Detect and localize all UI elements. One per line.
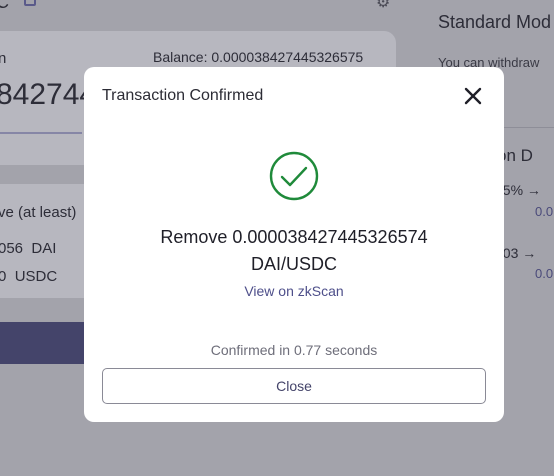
from-label: n <box>0 50 7 67</box>
receive-usdc-token: USDC <box>14 268 58 285</box>
confirmed-time-text: Confirmed in 0.77 seconds <box>210 342 378 358</box>
view-on-zkscan-link[interactable]: View on zkScan <box>84 283 504 299</box>
detail-row-1-sub: 0.0 <box>535 204 554 219</box>
receive-dai-value: 056 <box>0 240 24 257</box>
transaction-confirmed-modal: Transaction Confirmed Remove 0.000038427… <box>84 67 504 422</box>
receive-label: ve (at least) <box>0 204 77 221</box>
receive-usdc-row: 0 USDC <box>0 268 57 285</box>
check-circle-icon <box>269 151 319 201</box>
slider-track <box>0 132 82 134</box>
balance-text: Balance: 0.000038427445326575 <box>153 49 364 65</box>
receive-dai-token: DAI <box>31 240 57 257</box>
close-x-icon[interactable] <box>462 85 484 107</box>
receive-dai-row: 056 DAI <box>0 240 56 257</box>
pool-pair-text: DAI/USDC <box>250 254 337 274</box>
removed-amount-text: Remove 0.000038427445326574 <box>160 227 428 247</box>
copy-icon <box>24 0 36 6</box>
close-button[interactable]: Close <box>102 368 486 404</box>
amount-input-value: 842744 <box>0 78 97 111</box>
modal-title: Transaction Confirmed <box>102 87 264 104</box>
mode-title: Standard Mod <box>438 12 552 32</box>
gear-icon: ⚙ <box>376 0 391 11</box>
receive-usdc-value: 0 <box>0 268 7 285</box>
page-title-fragment: C <box>0 0 9 12</box>
detail-row-2-sub: 0.0 <box>535 266 554 281</box>
